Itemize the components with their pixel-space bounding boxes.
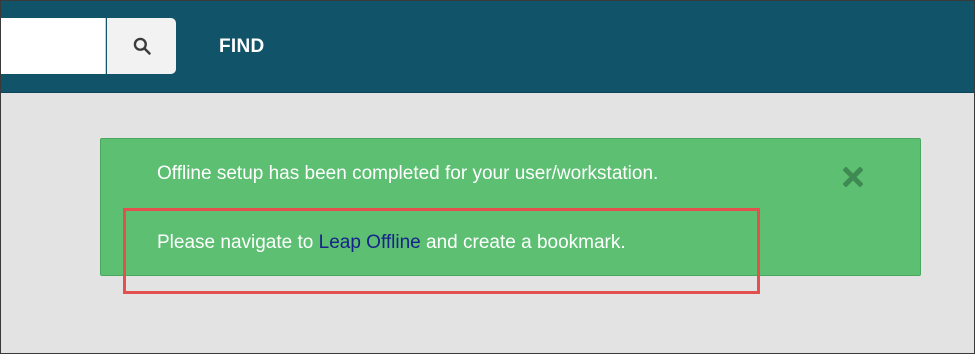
search-icon bbox=[133, 37, 151, 55]
search-button[interactable] bbox=[107, 18, 176, 74]
close-alert-button[interactable] bbox=[841, 165, 865, 189]
leap-offline-link[interactable]: Leap Offline bbox=[319, 232, 421, 253]
alert-message-text-before-link: Please navigate to bbox=[157, 232, 319, 253]
top-navigation-bar: FIND bbox=[1, 1, 974, 93]
alert-message-text-after-link: and create a bookmark. bbox=[420, 232, 626, 253]
close-icon bbox=[843, 167, 863, 187]
alert-message-navigate: Please navigate to Leap Offline and crea… bbox=[157, 232, 626, 254]
app-window: FIND Offline setup has been completed fo… bbox=[0, 0, 975, 354]
search-input[interactable] bbox=[1, 18, 106, 74]
find-link[interactable]: FIND bbox=[219, 36, 265, 58]
alert-message-setup-complete: Offline setup has been completed for you… bbox=[157, 163, 659, 184]
success-alert: Offline setup has been completed for you… bbox=[100, 138, 921, 276]
